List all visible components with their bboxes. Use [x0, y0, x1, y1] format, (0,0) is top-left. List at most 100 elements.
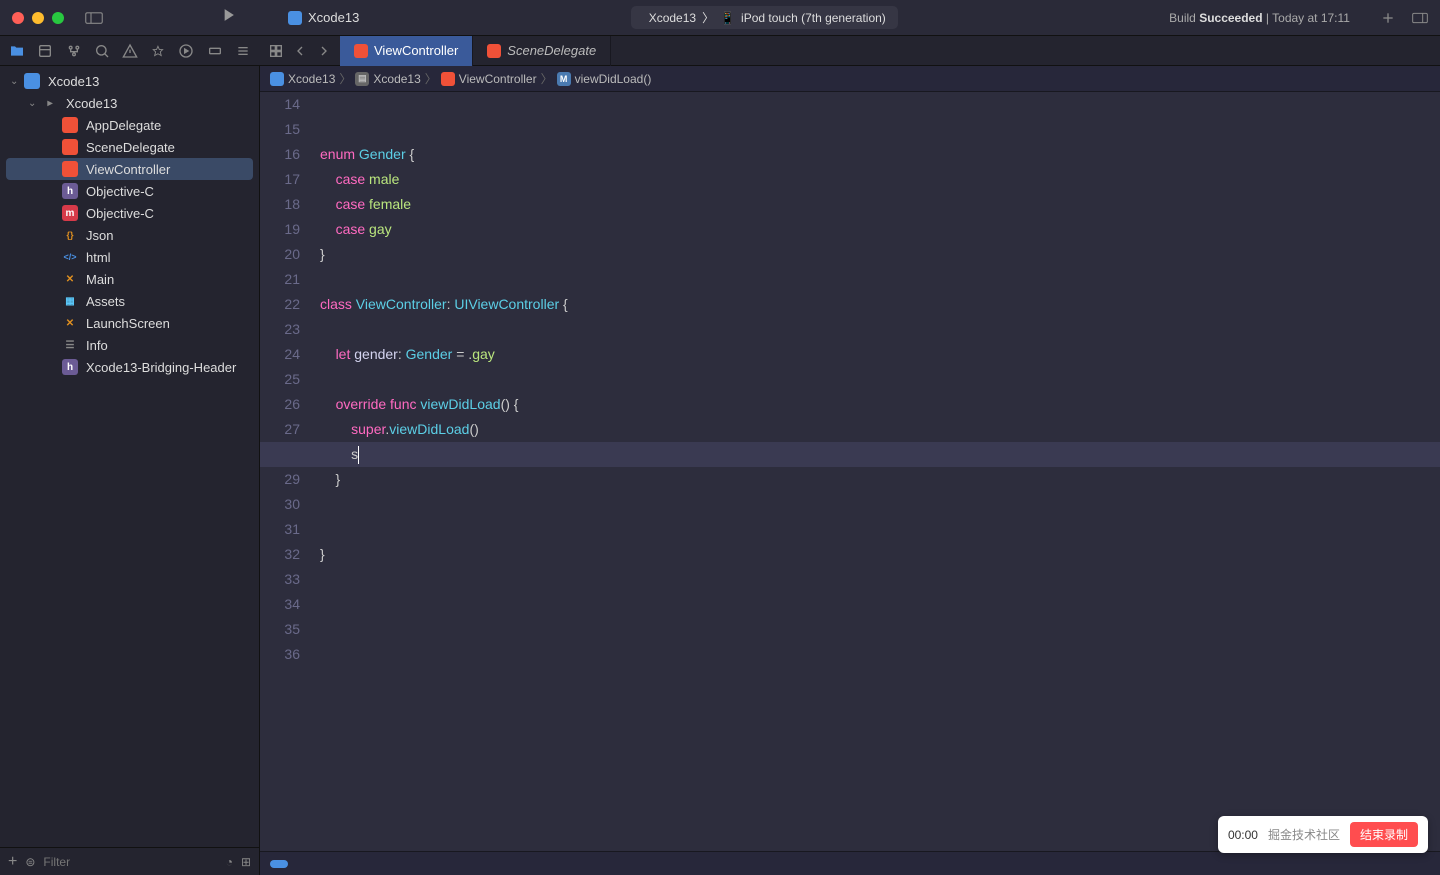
tree-item-viewcontroller[interactable]: ViewController — [6, 158, 253, 180]
code-line[interactable]: case female — [320, 192, 1440, 217]
scm-filter-icon[interactable]: ⊞ — [241, 855, 251, 869]
tree-item-scenedelegate[interactable]: SceneDelegate — [0, 136, 259, 158]
tree-item-label: SceneDelegate — [86, 140, 175, 155]
scheme-sep: 〉 — [702, 9, 714, 26]
code-line[interactable] — [320, 92, 1440, 117]
project-navigator-icon[interactable] — [6, 39, 28, 63]
chevron-right-icon: 〉 — [339, 70, 351, 87]
x-icon: ✕ — [62, 271, 78, 287]
editor-area: Xcode13 〉 ▤ Xcode13 〉 ViewController 〉 M… — [260, 66, 1440, 875]
jumpbar-group[interactable]: Xcode13 — [373, 72, 420, 86]
code-line[interactable] — [320, 117, 1440, 142]
tree-item-json[interactable]: {}Json — [0, 224, 259, 246]
tab-label: ViewController — [374, 43, 458, 58]
jumpbar-project[interactable]: Xcode13 — [288, 72, 335, 86]
code-line[interactable] — [320, 642, 1440, 667]
tree-item-xcode13[interactable]: ⌄▸Xcode13 — [0, 92, 259, 114]
add-file-icon[interactable]: + — [8, 853, 17, 871]
disclosure-icon[interactable]: ⌄ — [10, 76, 20, 87]
clock-icon[interactable]: ◔ — [226, 855, 233, 869]
disclosure-icon[interactable]: ⌄ — [28, 98, 38, 109]
toggle-inspector-icon[interactable] — [1412, 10, 1428, 26]
tree-item-assets[interactable]: ▦Assets — [0, 290, 259, 312]
code-line[interactable] — [320, 592, 1440, 617]
stop-recording-button[interactable]: 结束录制 — [1350, 822, 1418, 847]
tree-item-label: Xcode13 — [48, 74, 99, 89]
h-icon: h — [62, 359, 78, 375]
toggle-navigator-icon[interactable] — [80, 9, 108, 27]
close-window[interactable] — [12, 12, 24, 24]
code-line[interactable] — [320, 317, 1440, 342]
code-line[interactable]: override func viewDidLoad() { — [320, 392, 1440, 417]
tree-item-label: Xcode13 — [66, 96, 117, 111]
editor-tabbar: ViewController SceneDelegate — [260, 36, 1440, 65]
tree-item-appdelegate[interactable]: AppDelegate — [0, 114, 259, 136]
tree-item-xcode13[interactable]: ⌄ Xcode13 — [0, 70, 259, 92]
code-line[interactable]: } — [320, 467, 1440, 492]
code-line[interactable]: class ViewController: UIViewController { — [320, 292, 1440, 317]
swift-icon — [62, 139, 78, 155]
swift-icon — [62, 161, 78, 177]
tree-item-label: AppDelegate — [86, 118, 161, 133]
code-line[interactable]: super.viewDidLoad() — [320, 417, 1440, 442]
debug-navigator-icon[interactable] — [175, 39, 197, 63]
swift-icon — [62, 117, 78, 133]
code-lines[interactable]: enum Gender { case male case female case… — [310, 92, 1440, 851]
code-line[interactable]: } — [320, 242, 1440, 267]
jump-bar[interactable]: Xcode13 〉 ▤ Xcode13 〉 ViewController 〉 M… — [260, 66, 1440, 92]
symbol-navigator-icon[interactable] — [62, 39, 84, 63]
test-navigator-icon[interactable] — [147, 39, 169, 63]
scheme-selector[interactable]: Xcode13 〉 📱 iPod touch (7th generation) — [631, 6, 898, 29]
tree-item-xcode13-bridging-header[interactable]: hXcode13-Bridging-Header — [0, 356, 259, 378]
back-icon[interactable] — [292, 43, 308, 59]
status-pill[interactable] — [270, 860, 288, 868]
code-line[interactable]: case gay — [320, 217, 1440, 242]
code-line[interactable]: enum Gender { — [320, 142, 1440, 167]
report-navigator-icon[interactable] — [232, 39, 254, 63]
code-line[interactable]: let gender: Gender = .gay — [320, 342, 1440, 367]
code-line[interactable] — [320, 617, 1440, 642]
code-line[interactable]: } — [320, 542, 1440, 567]
tree-item-objective-c[interactable]: hObjective-C — [0, 180, 259, 202]
issue-navigator-icon[interactable] — [119, 39, 141, 63]
editor-statusbar — [260, 851, 1440, 875]
zoom-window[interactable] — [52, 12, 64, 24]
code-line[interactable]: case male — [320, 167, 1440, 192]
tree-item-main[interactable]: ✕Main — [0, 268, 259, 290]
recording-overlay: 00:00 掘金技术社区 结束录制 — [1218, 816, 1428, 853]
code-line[interactable] — [320, 267, 1440, 292]
code-line[interactable] — [320, 517, 1440, 542]
filter-input[interactable] — [43, 855, 217, 869]
traffic-lights — [12, 12, 64, 24]
related-items-icon[interactable] — [268, 43, 284, 59]
forward-icon[interactable] — [316, 43, 332, 59]
run-button[interactable] — [218, 5, 238, 30]
code-line[interactable] — [320, 567, 1440, 592]
jumpbar-file[interactable]: ViewController — [459, 72, 537, 86]
code-editor[interactable]: 1415161718192021222324252627282930313233… — [260, 92, 1440, 851]
code-line[interactable] — [320, 367, 1440, 392]
tree-item-label: Objective-C — [86, 206, 154, 221]
tree-item-info[interactable]: ☰Info — [0, 334, 259, 356]
destination-label: iPod touch (7th generation) — [741, 11, 886, 25]
code-line[interactable]: s — [320, 442, 1440, 467]
add-tab-icon[interactable] — [1380, 10, 1396, 26]
code-line[interactable] — [320, 492, 1440, 517]
navigator-filter-bar: + ⊜ ◔ ⊞ — [0, 847, 259, 875]
tree-item-html[interactable]: </>html — [0, 246, 259, 268]
editor-nav-controls — [260, 43, 340, 59]
project-tree[interactable]: ⌄Xcode13⌄▸Xcode13AppDelegateSceneDelegat… — [0, 66, 259, 847]
tab-scenedelegate[interactable]: SceneDelegate — [473, 36, 611, 66]
m-icon: m — [62, 205, 78, 221]
minimize-window[interactable] — [32, 12, 44, 24]
tab-viewcontroller[interactable]: ViewController — [340, 36, 473, 66]
filter-icon[interactable]: ⊜ — [25, 855, 35, 869]
breakpoint-navigator-icon[interactable] — [204, 39, 226, 63]
destination-icon: 📱 — [720, 11, 735, 25]
tree-item-objective-c[interactable]: m Objective-C — [0, 202, 259, 224]
source-control-icon[interactable] — [34, 39, 56, 63]
jumpbar-symbol[interactable]: viewDidLoad() — [575, 72, 652, 86]
tree-item-launchscreen[interactable]: ✕LaunchScreen — [0, 312, 259, 334]
app-icon — [288, 11, 302, 25]
find-navigator-icon[interactable] — [91, 39, 113, 63]
